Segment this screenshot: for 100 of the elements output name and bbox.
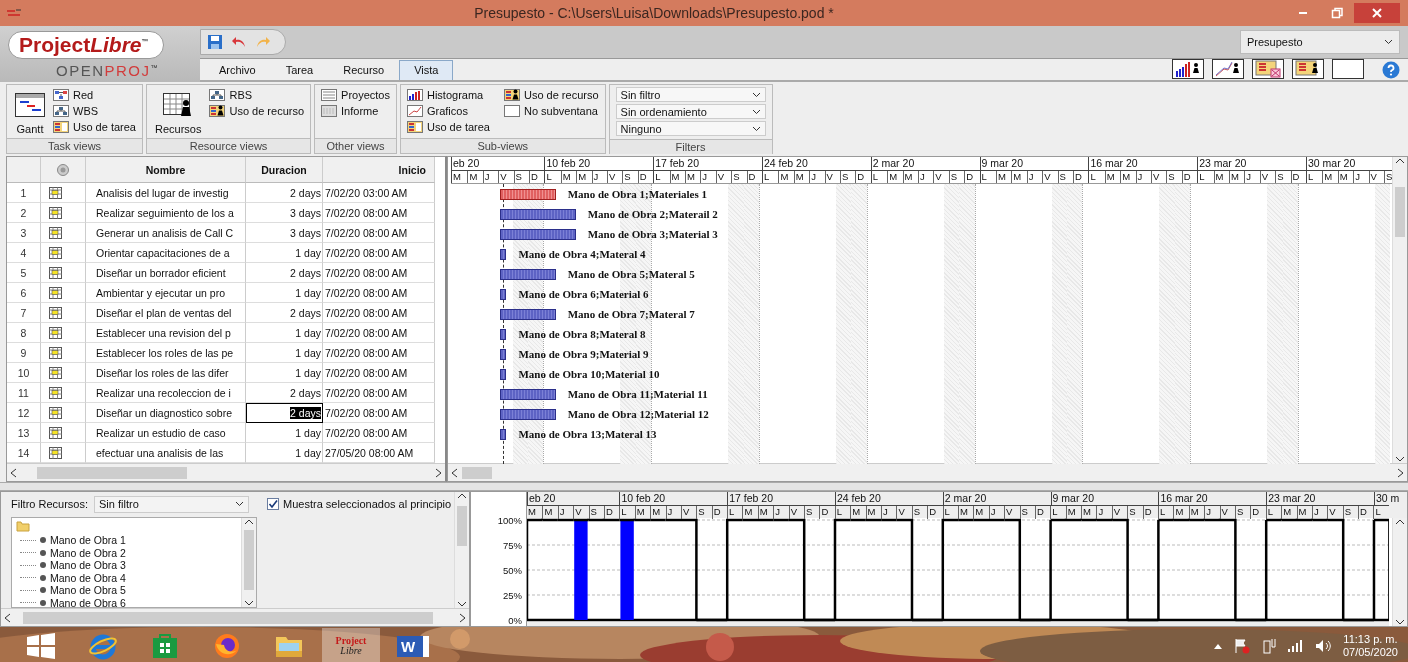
scrollbar[interactable]	[241, 518, 256, 607]
row-number[interactable]: 11	[7, 383, 41, 403]
ribbon-button[interactable]: Histograma	[406, 87, 490, 102]
toolbar-button[interactable]	[1212, 59, 1244, 79]
clock[interactable]: 11:13 p. m. 07/05/2020	[1342, 633, 1398, 659]
scroll-down-icon[interactable]	[1395, 618, 1405, 626]
filter-dropdown[interactable]: Sin filtro	[94, 495, 250, 513]
scroll-up-icon[interactable]	[1395, 157, 1405, 165]
ribbon-button[interactable]: No subventana	[503, 103, 599, 118]
tree-item[interactable]: Mano de Obra 3	[50, 559, 126, 572]
scrollbar-thumb[interactable]	[23, 611, 433, 624]
table-cell[interactable]: 1 day	[246, 343, 323, 363]
scroll-down-icon[interactable]	[1395, 455, 1405, 463]
task-bar[interactable]	[500, 368, 507, 380]
undo-icon[interactable]	[231, 35, 247, 49]
speaker-icon[interactable]	[1314, 639, 1333, 653]
ribbon-button[interactable]: Recursos	[153, 87, 204, 136]
task-bar[interactable]	[500, 288, 507, 300]
row-number[interactable]: 13	[7, 423, 41, 443]
caret-up-icon[interactable]	[1212, 642, 1223, 650]
ribbon-button[interactable]: RBS	[209, 87, 305, 102]
task-bar[interactable]	[500, 208, 576, 220]
table-cell[interactable]: 3 days	[246, 203, 323, 223]
table-cell[interactable]: 1 day	[246, 323, 323, 343]
ribbon-button[interactable]: Gantt	[13, 87, 47, 136]
row-number[interactable]: 10	[7, 363, 41, 383]
close-button[interactable]	[1354, 3, 1400, 23]
tree-item[interactable]: Mano de Obra 6	[50, 596, 126, 607]
menu-tab[interactable]: Recurso	[328, 60, 400, 80]
row-number[interactable]: 5	[7, 263, 41, 283]
table-cell[interactable]: 1 day	[246, 243, 323, 263]
tree-item[interactable]: Mano de Obra 1	[50, 534, 126, 547]
dropdown[interactable]: Ninguno	[615, 121, 766, 136]
ribbon-button[interactable]: Uso de recurso	[209, 103, 305, 118]
menu-tab[interactable]: Vista	[399, 60, 454, 80]
flag-icon[interactable]	[1232, 638, 1251, 654]
ribbon-button[interactable]: Informe	[321, 103, 390, 118]
scrollbar-thumb[interactable]	[244, 530, 254, 590]
task-bar[interactable]	[500, 248, 507, 260]
scroll-down-icon[interactable]	[457, 600, 467, 608]
column-header[interactable]: Inicio	[323, 157, 435, 183]
row-number[interactable]: 3	[7, 223, 41, 243]
ribbon-button[interactable]: Uso de tarea	[406, 119, 490, 134]
project-dropdown[interactable]: Presupesto	[1240, 30, 1400, 54]
ribbon-button[interactable]: Uso de recurso	[503, 87, 599, 102]
row-number[interactable]: 1	[7, 183, 41, 203]
scrollbar-thumb[interactable]	[1395, 187, 1405, 237]
scroll-up-icon[interactable]	[1395, 518, 1405, 526]
table-cell[interactable]: 2 days	[246, 303, 323, 323]
row-number[interactable]: 7	[7, 303, 41, 323]
task-bar[interactable]	[500, 428, 507, 440]
ribbon-button[interactable]: Uso de tarea	[53, 119, 136, 134]
table-cell[interactable]: 1 day	[246, 363, 323, 383]
scroll-up-icon[interactable]	[244, 518, 254, 526]
toolbar-button[interactable]	[1252, 59, 1284, 79]
toolbar-button[interactable]	[1172, 59, 1204, 79]
table-cell[interactable]: 1 day	[246, 283, 323, 303]
table-cell[interactable]: 2 days	[246, 383, 323, 403]
column-header[interactable]: Duracion	[246, 157, 323, 183]
table-cell[interactable]: 3 days	[246, 223, 323, 243]
scroll-up-icon[interactable]	[457, 492, 467, 500]
task-bar[interactable]	[500, 228, 576, 240]
menu-tab[interactable]: Archivo	[204, 60, 271, 80]
task-bar[interactable]	[500, 308, 556, 320]
table-cell[interactable]: 2 days	[246, 263, 323, 283]
scrollbar-thumb[interactable]	[462, 466, 492, 479]
save-icon[interactable]	[207, 34, 223, 50]
plug-icon[interactable]	[1260, 638, 1277, 654]
tree-item[interactable]: Mano de Obra 5	[50, 584, 126, 597]
row-number[interactable]: 8	[7, 323, 41, 343]
help-icon[interactable]	[1382, 61, 1400, 79]
taskbar-app-button[interactable]: Project Libre	[322, 628, 380, 662]
scrollbar[interactable]	[454, 492, 469, 608]
scrollbar[interactable]	[448, 463, 1407, 481]
task-bar[interactable]	[500, 188, 556, 200]
signal-icon[interactable]	[1286, 639, 1305, 653]
scrollbar-thumb[interactable]	[457, 506, 467, 546]
task-bar[interactable]	[500, 328, 507, 340]
row-number[interactable]: 6	[7, 283, 41, 303]
ribbon-button[interactable]: Red	[53, 87, 136, 102]
scrollbar-thumb[interactable]	[37, 466, 187, 479]
column-header[interactable]: Nombre	[86, 157, 246, 183]
table-cell[interactable]: 1 day	[246, 423, 323, 443]
dropdown[interactable]: Sin filtro	[615, 87, 766, 102]
show-selected-checkbox[interactable]: Muestra seleccionados al principio	[267, 498, 452, 510]
row-number[interactable]: 4	[7, 243, 41, 263]
task-bar[interactable]	[500, 408, 556, 420]
ribbon-button[interactable]: Graficos	[406, 103, 490, 118]
row-number[interactable]: 9	[7, 343, 41, 363]
task-bar[interactable]	[500, 268, 556, 280]
scroll-down-icon[interactable]	[244, 599, 254, 607]
table-cell[interactable]: 2 days	[246, 183, 323, 203]
ribbon-button[interactable]: WBS	[53, 103, 136, 118]
row-number[interactable]: 12	[7, 403, 41, 423]
table-cell[interactable]: 2 days	[246, 403, 323, 423]
task-bar[interactable]	[500, 388, 556, 400]
toolbar-button[interactable]	[1332, 59, 1364, 79]
dropdown[interactable]: Sin ordenamiento	[615, 104, 766, 119]
tree-item[interactable]: Mano de Obra 4	[50, 571, 126, 584]
task-bar[interactable]	[500, 348, 507, 360]
